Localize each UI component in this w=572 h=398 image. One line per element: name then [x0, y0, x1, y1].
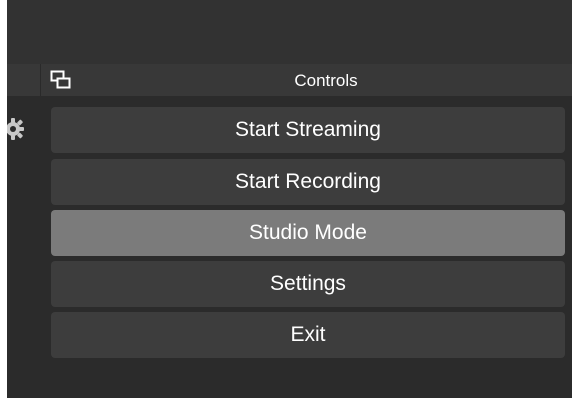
start-streaming-button[interactable]: Start Streaming	[51, 107, 565, 153]
obs-window-crop: Controls Start Streaming Start Recording…	[0, 0, 572, 398]
gear-icon[interactable]	[7, 114, 29, 144]
start-recording-button[interactable]: Start Recording	[51, 159, 565, 205]
upper-pane	[7, 0, 572, 64]
left-dock-header	[7, 64, 40, 96]
dock-title: Controls	[294, 71, 358, 90]
studio-mode-button[interactable]: Studio Mode	[51, 210, 565, 256]
exit-button[interactable]: Exit	[51, 312, 565, 358]
settings-button[interactable]: Settings	[51, 261, 565, 307]
controls-dock-header: Controls	[40, 64, 572, 96]
